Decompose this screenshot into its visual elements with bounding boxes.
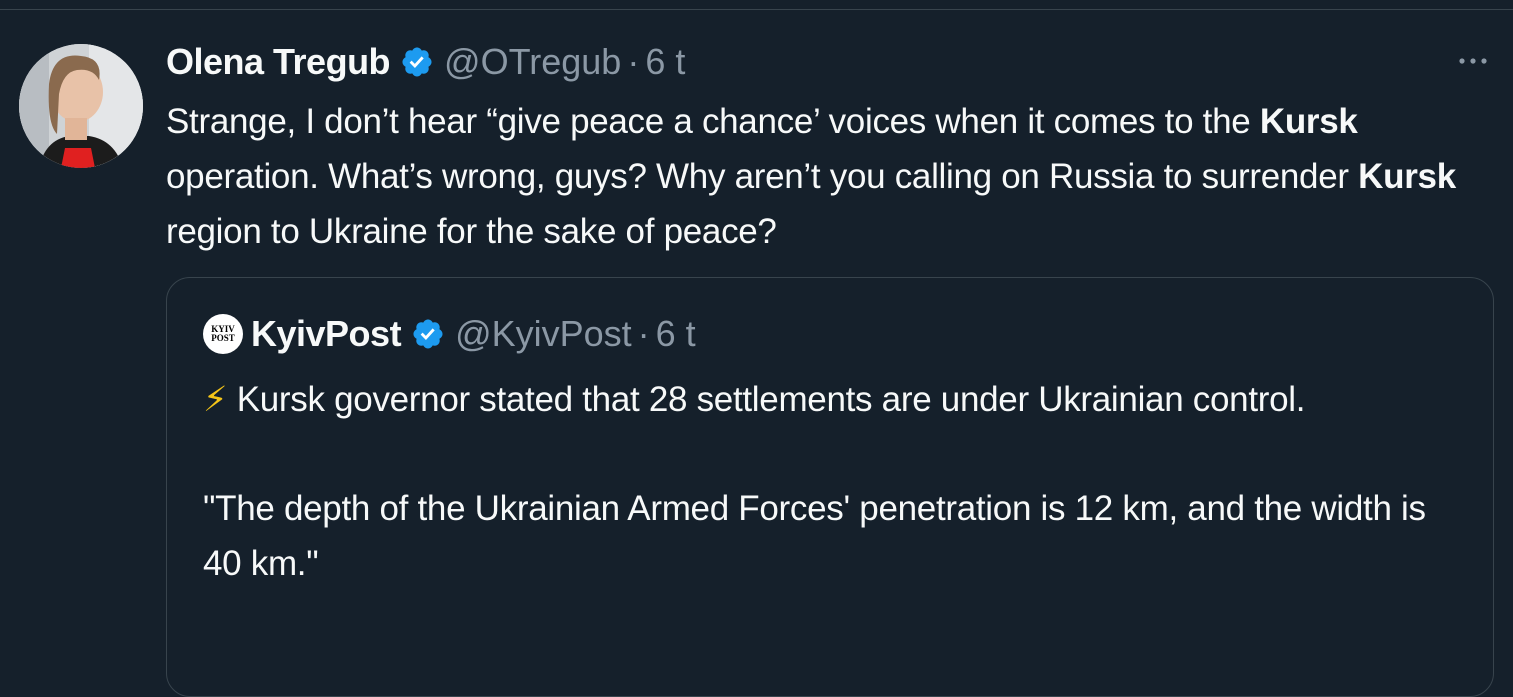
tweet-text-part2: operation. What’s wrong, guys? Why aren’…	[166, 157, 1359, 196]
avatar-photo	[19, 44, 143, 168]
quote-author-handle[interactable]: @KyivPost	[455, 313, 632, 355]
author-name[interactable]: Olena Tregub	[166, 41, 391, 83]
tweet-header: Olena Tregub @OTregub · 6 t	[166, 40, 685, 84]
more-horizontal-icon	[1459, 58, 1487, 64]
quote-paragraph-1-text: Kursk governor stated that 28 settlement…	[236, 380, 1306, 419]
tweet-keyword-kursk-2: Kursk	[1358, 157, 1456, 196]
quote-header: KYIV POST KyivPost @KyivPost · 6 t	[203, 312, 696, 356]
kyivpost-logo-avatar[interactable]: KYIV POST	[203, 314, 243, 354]
quote-paragraph-1: ⚡ Kursk governor stated that 28 settleme…	[203, 372, 1473, 427]
quoted-tweet[interactable]: KYIV POST KyivPost @KyivPost · 6 t ⚡ Kur…	[166, 277, 1494, 697]
separator-dot: ·	[627, 41, 640, 82]
avatar[interactable]	[19, 44, 143, 168]
quote-author-name[interactable]: KyivPost	[251, 313, 402, 355]
tweet[interactable]: Olena Tregub @OTregub · 6 t Strange, I d…	[0, 0, 1513, 697]
more-options-button[interactable]	[1453, 46, 1493, 76]
tweet-time[interactable]: 6 t	[645, 41, 685, 83]
tweet-text: Strange, I don’t hear “give peace a chan…	[166, 94, 1486, 259]
tweet-text-part3: region to Ukraine for the sake of peace?	[166, 212, 777, 251]
tweet-keyword-kursk-1: Kursk	[1259, 102, 1358, 141]
tweet-text-part1: Strange, I don’t hear “give peace a chan…	[166, 102, 1260, 141]
separator-dot: ·	[637, 313, 650, 354]
quote-paragraph-2: "The depth of the Ukrainian Armed Forces…	[203, 489, 1426, 583]
quote-time[interactable]: 6 t	[656, 313, 696, 355]
verified-badge-icon[interactable]	[411, 317, 445, 351]
quote-text: ⚡ Kursk governor stated that 28 settleme…	[203, 372, 1473, 591]
author-handle[interactable]: @OTregub	[444, 41, 621, 83]
lightning-bolt-icon: ⚡	[203, 380, 228, 419]
logo-line-2: POST	[211, 333, 235, 343]
verified-badge-icon[interactable]	[400, 45, 434, 79]
